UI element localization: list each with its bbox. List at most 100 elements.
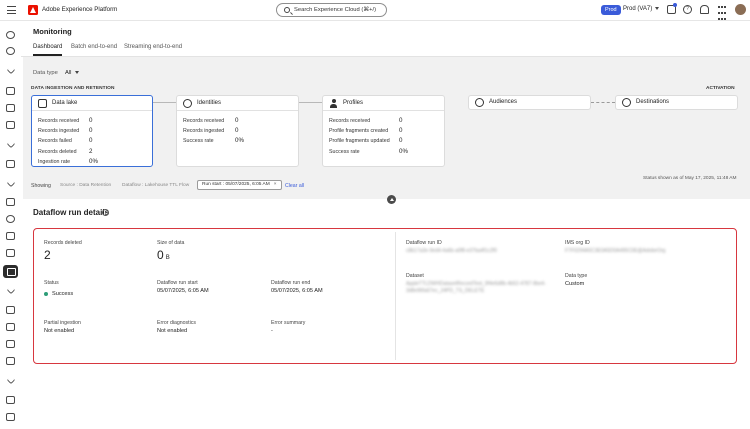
size-of-data-label: Size of data [157,240,185,246]
chevron-icon[interactable] [6,139,16,149]
alert-icon[interactable] [6,306,15,314]
status-timestamp: Status shown as of May 17, 2025, 11:48 A… [643,176,737,181]
section-activation-label: ACTIVATION [706,86,735,91]
top-bar: Adobe Experience Platform Search Experie… [0,0,750,21]
apps-grid-icon[interactable] [718,5,727,20]
filter-chip-run-start[interactable]: Run start : 05/07/2025, 6:05 AM × [197,180,282,190]
size-number: 0 [157,248,164,262]
close-icon[interactable]: × [274,182,277,187]
chevron-icon[interactable] [6,285,16,295]
link-icon[interactable] [6,340,15,348]
box-icon[interactable] [6,104,15,112]
error-summary-label: Error summary [271,320,306,326]
collapse-icon[interactable] [387,195,396,204]
tab-streaming-end-to-end[interactable]: Streaming end-to-end [124,44,182,50]
tab-dashboard[interactable]: Dashboard [33,44,63,56]
hand-icon[interactable] [6,87,15,95]
audiences-icon [475,98,484,107]
card-header: Profiles [323,96,444,111]
run-id-value[interactable]: c8b17a3e-9ed4-4a6b-a0f8-e37ba4f1c2f0 [406,248,551,255]
metric-value: 0 [399,127,403,134]
environment-badge: Prod [601,5,621,15]
info-icon[interactable]: i [102,209,109,216]
dataset-label: Dataset [406,273,424,279]
run-start-label: Dataflow run start [157,280,198,286]
error-summary-value: - [271,328,273,334]
details-title: Dataflow run details [33,208,110,217]
error-diagnostics-label: Error diagnostics [157,320,196,326]
doc-icon[interactable] [6,323,15,331]
metric-value: 0 [235,117,239,124]
avatar[interactable] [735,4,746,15]
run-start-value: 05/07/2025, 6:05 AM [157,288,209,294]
flow-icon[interactable] [6,198,15,206]
metric-value: 0 [399,137,403,144]
help-icon[interactable]: ? [683,5,692,14]
chevron-icon[interactable] [6,178,16,188]
card-title: Identities [197,100,222,106]
metric-value: 2 [89,148,93,155]
feedback-icon[interactable] [667,3,677,14]
metric-value: 0 [89,127,93,134]
metric-label: Records deleted [38,149,77,155]
card-audiences[interactable]: Audiences [468,95,591,110]
status-badge: Success [44,291,73,297]
database-icon[interactable] [6,232,15,240]
metric-value: 0% [399,148,408,155]
folder-icon[interactable] [6,121,15,129]
tab-batch-end-to-end[interactable]: Batch end-to-end [71,44,117,50]
card-profiles[interactable]: Profiles Records received 0 Profile frag… [322,95,445,167]
search-input[interactable]: Search Experience Cloud (⌘+/) [276,3,387,17]
metric-value: 0 [89,117,93,124]
metric-label: Records ingested [183,128,225,134]
page-title: Monitoring [33,27,72,36]
metric-label: Success rate [183,138,214,144]
metric-value: 0% [235,137,244,144]
dataset-value[interactable]: AppleTTLDWHDatasetRecordTest_9f4e6d8b-4b… [406,281,551,295]
monitor-icon[interactable] [3,265,18,278]
metric-value: 0 [399,117,403,124]
filter-chip-label: Run start : 05/07/2025, 6:05 AM [202,182,270,187]
app-title[interactable]: Adobe Experience Platform [42,6,117,13]
clear-all-link[interactable]: Clear all [285,183,304,189]
list-icon[interactable] [6,249,15,257]
home-icon[interactable] [6,31,15,39]
metric-value: 0 [89,137,93,144]
card-data-lake[interactable]: Data lake Records received 0 Records ing… [31,95,153,167]
card-identities[interactable]: Identities Records received 0 Records in… [176,95,299,167]
records-deleted-label: Records deleted [44,240,82,246]
filter-tag: Source : Data Retention [60,183,112,188]
connector-line [299,102,322,103]
metric-label: Profile fragments created [329,128,389,134]
partial-ingestion-label: Partial ingestion [44,320,81,326]
location-icon[interactable] [6,215,15,223]
search-placeholder: Search Experience Cloud (⌘+/) [294,7,376,13]
metric-label: Records received [329,118,371,124]
key-icon[interactable] [6,396,15,404]
metric-value: 0% [89,158,98,165]
adobe-logo-icon [28,5,38,15]
size-of-data-value: 0B [157,248,170,262]
segment-icon[interactable] [6,160,15,168]
card-destinations[interactable]: Destinations [615,95,738,110]
lock-icon[interactable] [6,413,15,421]
data-type-label: Data type [33,70,58,76]
ims-org-id-value[interactable]: F7F0294A5C3E0A5D0A495C0E@AdobeOrg [565,248,710,255]
sandbox-switcher[interactable]: Prod (VA7) [623,6,659,12]
chevron-icon[interactable] [6,65,16,75]
people-icon[interactable] [6,47,15,55]
notifications-icon[interactable] [700,5,709,14]
data-type-dropdown[interactable]: All [65,70,79,76]
card-header: Data lake [32,96,152,111]
records-deleted-value: 2 [44,248,51,262]
status-value: Success [52,291,74,297]
search-icon [284,7,290,13]
data-type-detail-value: Custom [565,281,585,287]
partial-ingestion-value: Not enabled [44,328,75,334]
chevron-icon[interactable] [6,375,16,385]
metric-label: Profile fragments updated [329,138,390,144]
tag-icon[interactable] [6,357,15,365]
menu-icon[interactable] [7,6,16,14]
run-end-value: 05/07/2025, 6:05 AM [271,288,323,294]
metric-label: Records received [38,118,80,124]
